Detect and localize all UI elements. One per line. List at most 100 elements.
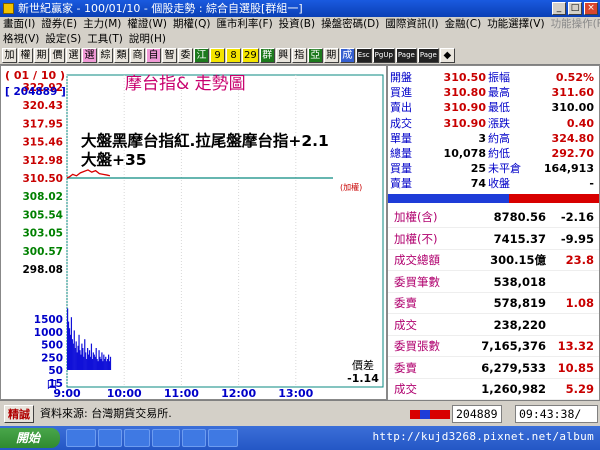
index-row: 加權(不) 7415.37 -9.95	[388, 228, 599, 250]
toolbar: 加權期價選選綜類商自智委江 9 8 29 群興指亞期成 Esc PgUp Page Page ◆	[0, 47, 600, 65]
menu-item-7[interactable]: 操盤密碼(D)	[318, 17, 382, 32]
menu2-item-0[interactable]: 格視(V)	[0, 32, 42, 47]
toolbar-button-9[interactable]: 自	[146, 48, 161, 63]
data-source: 資料來源: 台灣期貨交易所.	[40, 407, 172, 420]
menu-row-main: 畫面(I) 證券(E) 主力(M) 權證(W) 期權(Q) 匯市利率(F) 投資(B) 操盤密…	[0, 17, 600, 32]
index-row: 委買筆數 538,018	[388, 271, 599, 293]
toolbar-button-23[interactable]: PgUp	[372, 48, 395, 63]
taskbar-item[interactable]	[98, 429, 122, 447]
quote-row: 成交 310.90 漲跌 0.40	[388, 117, 599, 131]
toolbar-button-12[interactable]: 江	[194, 48, 209, 63]
window-title: 新世紀贏家 - 100/01/10 - 個股走勢 : 綜合自選股[群組一]	[18, 2, 303, 15]
menu2-item-3[interactable]: 說明(H)	[126, 32, 169, 47]
toolbar-button-2[interactable]: 期	[34, 48, 49, 63]
index-row: 委賣 6,279,533 10.85	[388, 357, 599, 379]
price-tick-label: 305.54	[22, 209, 63, 221]
toolbar-button-6[interactable]: 綜	[98, 48, 113, 63]
toolbar-button-1[interactable]: 權	[18, 48, 33, 63]
index-label: 成交	[394, 382, 417, 396]
time-tick-label: 13:00	[278, 387, 313, 399]
quote-label: 買量	[390, 162, 412, 176]
menu-item-10[interactable]: 功能選擇(V)	[484, 17, 547, 32]
minimize-button[interactable]: _	[552, 2, 566, 15]
index-row: 委買張數 7,165,376 13.32	[388, 335, 599, 357]
menu-item-0[interactable]: 畫面(I)	[0, 17, 38, 32]
menu2-item-2[interactable]: 工具(T)	[84, 32, 126, 47]
toolbar-button-7[interactable]: 類	[114, 48, 129, 63]
time-tick-label: 11:00	[164, 387, 199, 399]
menu-item-1[interactable]: 證券(E)	[38, 17, 80, 32]
volume-tick-label: 50	[48, 365, 63, 377]
maximize-button[interactable]: □	[568, 2, 582, 15]
menu-item-8[interactable]: 國際資訊(I)	[382, 17, 441, 32]
quote-label: 賣量	[390, 177, 412, 191]
toolbar-button-24[interactable]: Page	[395, 48, 417, 63]
toolbar-button-0[interactable]: 加	[2, 48, 17, 63]
quote-label: 開盤	[390, 71, 412, 84]
quote-value: 324.80	[551, 131, 594, 145]
menu-item-11[interactable]: 功能操作(F)	[548, 17, 600, 32]
app-icon	[3, 3, 14, 14]
intraday-chart: 322.92320.43317.95315.46312.98310.50308.…	[5, 69, 384, 400]
index-label: 加權(不)	[394, 231, 438, 246]
toolbar-button-11[interactable]: 委	[178, 48, 193, 63]
toolbar-button-25[interactable]: Page	[417, 48, 439, 63]
menu-item-3[interactable]: 權證(W)	[124, 17, 170, 32]
toolbar-button-10[interactable]: 智	[162, 48, 177, 63]
quote-label: 賣出	[390, 101, 412, 115]
toolbar-button-22[interactable]: Esc	[355, 48, 372, 63]
toolbar-button-21[interactable]: 成	[339, 48, 355, 63]
spread-label: 價差	[352, 358, 374, 372]
taskbar-item[interactable]	[152, 429, 180, 447]
toolbar-button-17[interactable]: 興	[275, 48, 291, 63]
taskbar-item[interactable]	[208, 429, 238, 447]
toolbar-button-13[interactable]: 9	[210, 48, 225, 63]
index-change: 23.8	[565, 253, 594, 267]
annotation-line-1: 大盤黑摩台指紅.拉尾盤摩台指+2.1	[81, 131, 329, 150]
close-button[interactable]: ×	[584, 2, 598, 15]
color-strip	[388, 194, 599, 203]
toolbar-button-16[interactable]: 群	[259, 48, 275, 63]
toolbar-button-19[interactable]: 亞	[307, 48, 323, 63]
toolbar-button-3[interactable]: 價	[50, 48, 65, 63]
menu-item-9[interactable]: 金融(C)	[442, 17, 485, 32]
index-label: 委買筆數	[394, 274, 440, 289]
menu-item-6[interactable]: 投資(B)	[276, 17, 318, 32]
taskbar-item[interactable]	[182, 429, 206, 447]
menu-item-4[interactable]: 期權(Q)	[170, 17, 213, 32]
volume-tick-label: 250	[41, 352, 63, 364]
menu-item-5[interactable]: 匯市利率(F)	[213, 17, 275, 32]
taskbar-item[interactable]	[66, 429, 96, 447]
quote-label: 最高	[488, 86, 510, 100]
quote-value: 310.90	[443, 101, 486, 115]
quote-label: 成交	[390, 116, 412, 130]
menu-item-2[interactable]: 主力(M)	[80, 17, 124, 32]
menu2-item-1[interactable]: 設定(S)	[42, 32, 84, 47]
toolbar-button-15[interactable]: 29	[242, 48, 259, 63]
index-row: 加權(含) 8780.56 -2.16	[388, 206, 599, 228]
quote-label: 未平倉	[488, 162, 521, 176]
quote-label: 買進	[390, 86, 412, 100]
toolbar-button-26[interactable]: ◆	[439, 48, 455, 63]
index-change: 13.32	[557, 339, 594, 353]
taskbar-item[interactable]	[124, 429, 150, 447]
vendor-tag[interactable]: 精誠	[4, 405, 34, 423]
quote-value: 0.52%	[555, 71, 594, 84]
status-indicator	[410, 410, 450, 419]
index-label: 委賣	[394, 360, 417, 375]
quote-label: 總量	[390, 147, 412, 160]
toolbar-button-14[interactable]: 8	[226, 48, 241, 63]
index-value: 7415.37	[493, 231, 546, 246]
toolbar-button-18[interactable]: 指	[291, 48, 307, 63]
toolbar-button-4[interactable]: 選	[66, 48, 81, 63]
quote-label: 最低	[488, 101, 510, 115]
start-button[interactable]: 開始	[0, 428, 60, 448]
toolbar-button-8[interactable]: 商	[130, 48, 145, 63]
index-change: 10.85	[557, 360, 594, 375]
chart-title: 摩台指& 走勢圖	[125, 74, 246, 94]
toolbar-button-20[interactable]: 期	[323, 48, 339, 63]
quote-value: 3	[478, 131, 486, 145]
toolbar-button-5[interactable]: 選	[82, 48, 97, 63]
index-value: 538,018	[493, 274, 546, 289]
volume-tick-label: 500	[41, 340, 63, 352]
